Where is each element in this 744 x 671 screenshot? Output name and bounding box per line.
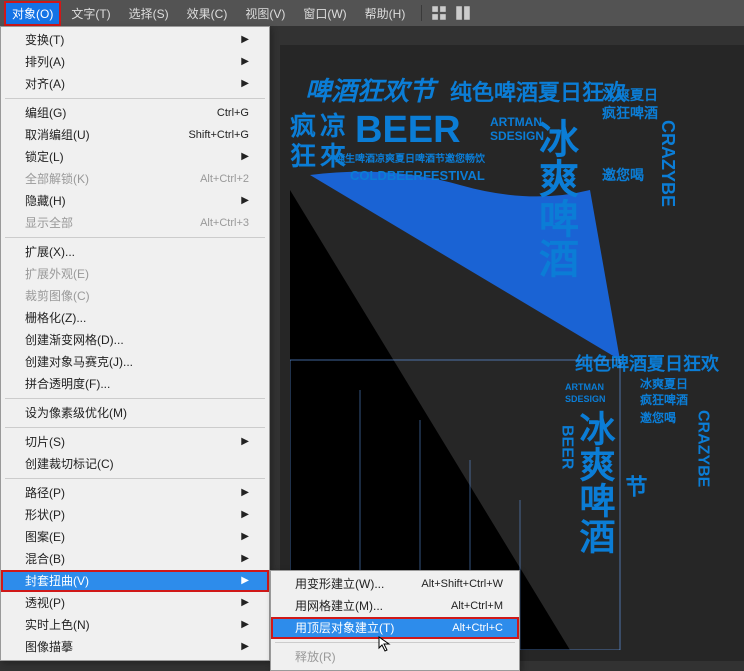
artwork-subhead: 纯色啤酒夏日狂欢 [450,80,627,105]
artwork-crazy: CRAZYBE [658,120,678,207]
menu-path[interactable]: 路径(P)▶ [1,482,269,504]
svg-text:冰爽啤酒: 冰爽啤酒 [575,410,616,554]
artwork-liang: 凉 [320,111,346,141]
menu-pattern[interactable]: 图案(E)▶ [1,526,269,548]
menu-crop-image: 裁剪图像(C) [1,285,269,307]
menu-help[interactable]: 帮助(H) [357,1,414,26]
menu-lock[interactable]: 锁定(L)▶ [1,146,269,168]
menu-blend[interactable]: 混合(B)▶ [1,548,269,570]
menu-sep [5,98,265,99]
submenu-make-top-object[interactable]: 用顶层对象建立(T)Alt+Ctrl+C [271,617,519,639]
cursor-icon [378,636,394,652]
menu-expand-appearance: 扩展外观(E) [1,263,269,285]
submenu-make-mesh[interactable]: 用网格建立(M)...Alt+Ctrl+M [271,595,519,617]
menu-hide[interactable]: 隐藏(H)▶ [1,190,269,212]
artwork-side: 冰爽夏日 [602,87,658,103]
svg-text:CRAZYBE: CRAZYBE [695,410,712,488]
menu-ungroup[interactable]: 取消编组(U)Shift+Ctrl+G [1,124,269,146]
menu-window[interactable]: 窗口(W) [295,1,354,26]
artwork-side3: 邀您喝 [602,167,644,183]
svg-text:节: 节 [623,475,648,498]
menu-create-gradient-mesh[interactable]: 创建渐变网格(D)... [1,329,269,351]
artwork-lai: 來 [320,141,346,171]
menu-envelope-distort[interactable]: 封套扭曲(V)▶ [1,570,269,592]
canvas[interactable]: 啤酒狂欢节 纯色啤酒夏日狂欢 BEER ARTMAN SDESIGN 纯生啤酒凉… [280,45,744,661]
menu-select[interactable]: 选择(S) [121,1,177,26]
menu-sep [5,427,265,428]
menu-flatten-transparency[interactable]: 拼合透明度(F)... [1,373,269,395]
menubar: 对象(O) 文字(T) 选择(S) 效果(C) 视图(V) 窗口(W) 帮助(H… [0,0,744,26]
menu-view[interactable]: 视图(V) [237,1,293,26]
svg-text:SDESIGN: SDESIGN [565,394,606,404]
menu-object[interactable]: 对象(O) [4,1,61,26]
menu-shape[interactable]: 形状(P)▶ [1,504,269,526]
grid-icon[interactable] [430,4,448,22]
artwork-stripe: COLDBEERFESTIVAL [350,168,485,183]
submenu-release: 释放(R) [271,646,519,668]
menu-align[interactable]: 对齐(A)▶ [1,73,269,95]
menubar-icons [430,4,472,22]
svg-text:ARTMAN: ARTMAN [565,382,604,392]
menu-sep [5,478,265,479]
svg-text:冰爽夏日: 冰爽夏日 [640,376,688,391]
menu-show-all: 显示全部Alt+Ctrl+3 [1,212,269,234]
menu-transform[interactable]: 变换(T)▶ [1,29,269,51]
artwork-beer: BEER [355,109,461,151]
artwork-vertical: 冰爽啤酒 [533,118,579,278]
envelope-distort-submenu: 用变形建立(W)...Alt+Shift+Ctrl+W 用网格建立(M)...A… [270,570,520,671]
menu-image-trace[interactable]: 图像描摹▶ [1,636,269,658]
menu-live-paint[interactable]: 实时上色(N)▶ [1,614,269,636]
artwork-side2: 疯狂啤酒 [602,105,658,121]
menu-slice[interactable]: 切片(S)▶ [1,431,269,453]
column-icon[interactable] [454,4,472,22]
submenu-sep [275,642,515,643]
artwork-small: 纯生啤酒凉爽夏日啤酒节邀您畅饮 [335,152,486,165]
artwork-kuang: 狂 [290,141,316,171]
menu-pixel-perfect[interactable]: 设为像素级优化(M) [1,402,269,424]
menu-group[interactable]: 编组(G)Ctrl+G [1,102,269,124]
artwork-feng: 疯 [290,111,316,141]
menubar-divider [421,5,422,21]
menu-rasterize[interactable]: 栅格化(Z)... [1,307,269,329]
svg-text:疯狂啤酒: 疯狂啤酒 [640,392,688,407]
menu-sep [5,398,265,399]
menu-crop-marks[interactable]: 创建裁切标记(C) [1,453,269,475]
object-menu: 变换(T)▶ 排列(A)▶ 对齐(A)▶ 编组(G)Ctrl+G 取消编组(U)… [0,26,270,661]
menu-effect[interactable]: 效果(C) [179,1,236,26]
menu-type[interactable]: 文字(T) [63,1,118,26]
menu-unlock-all: 全部解锁(K)Alt+Ctrl+2 [1,168,269,190]
menu-expand[interactable]: 扩展(X)... [1,241,269,263]
art2-sub: 纯色啤酒夏日狂欢 [575,353,720,374]
menu-arrange[interactable]: 排列(A)▶ [1,51,269,73]
menu-create-mosaic[interactable]: 创建对象马赛克(J)... [1,351,269,373]
submenu-make-warp[interactable]: 用变形建立(W)...Alt+Shift+Ctrl+W [271,573,519,595]
svg-text:邀您喝: 邀您喝 [640,410,676,425]
svg-text:BEER: BEER [559,425,576,470]
artwork-headline: 啤酒狂欢节 [305,76,439,106]
menu-sep [5,237,265,238]
menu-perspective[interactable]: 透视(P)▶ [1,592,269,614]
artwork-preview: 啤酒狂欢节 纯色啤酒夏日狂欢 BEER ARTMAN SDESIGN 纯生啤酒凉… [290,70,740,650]
